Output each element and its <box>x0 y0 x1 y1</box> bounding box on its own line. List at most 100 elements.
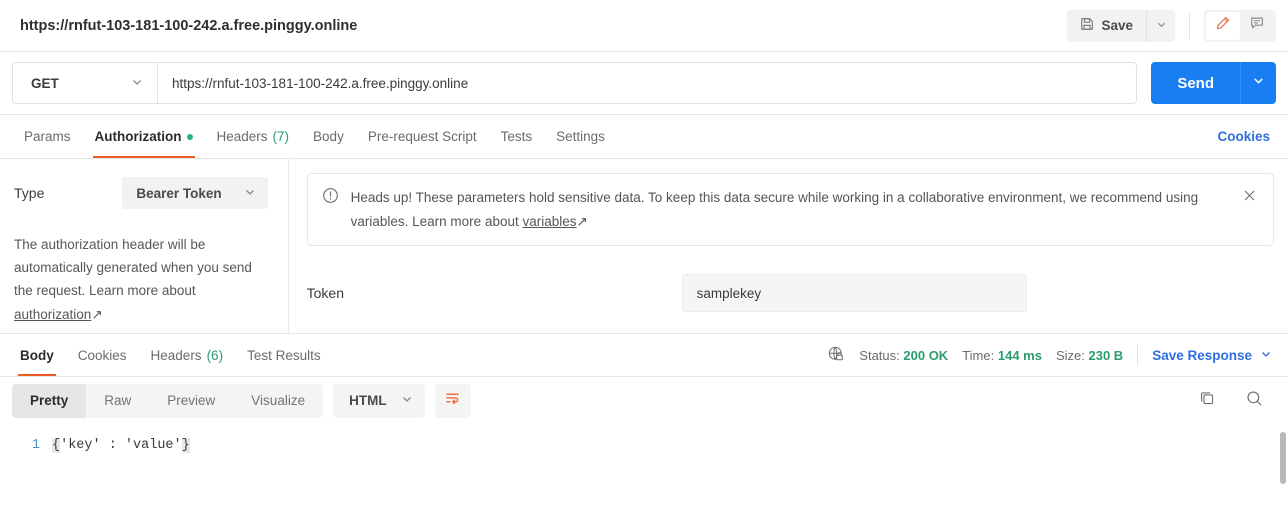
url-bar: GET https://rnfut-103-181-100-242.a.free… <box>0 52 1288 115</box>
request-tabs: Params Authorization Headers (7) Body Pr… <box>0 115 1288 159</box>
view-pretty[interactable]: Pretty <box>12 383 87 418</box>
chevron-down-icon <box>244 186 256 201</box>
copy-icon[interactable] <box>1198 389 1217 413</box>
http-method-select[interactable]: GET <box>12 62 157 104</box>
tab-tests-label: Tests <box>500 129 533 144</box>
authorization-panel: Type Bearer Token The authorization head… <box>0 159 1288 334</box>
globe-lock-icon[interactable] <box>827 345 845 366</box>
response-tab-headers-label: Headers <box>150 347 202 363</box>
view-raw[interactable]: Raw <box>86 384 149 418</box>
green-dot-indicator <box>186 133 193 140</box>
response-tab-cookies[interactable]: Cookies <box>66 334 139 376</box>
save-button-group: Save <box>1067 9 1175 42</box>
close-warning-button[interactable] <box>1236 186 1259 233</box>
response-format-value: HTML <box>349 393 387 408</box>
view-preview[interactable]: Preview <box>149 384 233 418</box>
auth-detail-column: Heads up! These parameters hold sensitiv… <box>289 159 1288 333</box>
token-input[interactable]: samplekey <box>681 274 1027 313</box>
save-button-label: Save <box>1101 18 1133 33</box>
status-label: Status: <box>859 347 900 363</box>
send-button-group: Send <box>1151 62 1276 104</box>
request-actions-group <box>1204 9 1276 42</box>
request-name-bar: https://rnfut-103-181-100-242.a.free.pin… <box>0 0 1288 52</box>
cookies-link[interactable]: Cookies <box>1217 115 1276 158</box>
auth-type-select[interactable]: Bearer Token <box>122 177 268 209</box>
token-row: Token samplekey <box>306 274 1274 313</box>
chevron-down-icon <box>1260 348 1272 363</box>
send-options-button[interactable] <box>1240 62 1276 104</box>
pencil-icon <box>1215 15 1231 36</box>
comment-icon <box>1249 15 1265 36</box>
response-tab-test-results[interactable]: Test Results <box>235 334 333 376</box>
external-link-arrow-icon: ↗ <box>576 213 588 229</box>
tab-headers[interactable]: Headers (7) <box>205 115 302 158</box>
tab-headers-count: (7) <box>272 129 290 144</box>
status-value: 200 OK <box>903 347 949 363</box>
url-input-value: https://rnfut-103-181-100-242.a.free.pin… <box>172 75 469 91</box>
code-content[interactable]: {'key' : 'value'} <box>52 438 190 453</box>
word-wrap-icon <box>444 390 461 412</box>
response-tabs: Body Cookies Headers (6) Test Results St… <box>0 334 1288 377</box>
search-icon[interactable] <box>1245 389 1264 413</box>
tab-headers-label: Headers <box>216 129 268 144</box>
line-number: 1 <box>31 438 40 453</box>
close-icon <box>1242 190 1257 207</box>
alert-circle-icon <box>322 186 339 233</box>
tab-body[interactable]: Body <box>301 115 356 158</box>
tab-settings[interactable]: Settings <box>544 115 617 158</box>
open-brace: { <box>52 438 61 453</box>
tab-params[interactable]: Params <box>12 115 83 158</box>
http-method-value: GET <box>31 75 59 91</box>
response-tab-body[interactable]: Body <box>8 334 66 376</box>
view-visualize[interactable]: Visualize <box>233 384 323 418</box>
auth-type-label: Type <box>14 185 45 201</box>
tab-pre-request-script[interactable]: Pre-request Script <box>356 115 489 158</box>
comments-button[interactable] <box>1240 12 1274 40</box>
response-tab-body-label: Body <box>20 347 54 363</box>
response-tab-headers[interactable]: Headers (6) <box>139 334 236 376</box>
chevron-down-icon <box>1252 74 1265 92</box>
tab-settings-label: Settings <box>556 129 605 144</box>
variables-doc-link[interactable]: variables <box>522 214 576 229</box>
time-value: 144 ms <box>997 347 1042 363</box>
auth-help-body: The authorization header will be automat… <box>14 237 252 299</box>
warning-message-body: Heads up! These parameters hold sensitiv… <box>350 190 1199 229</box>
response-format-select[interactable]: HTML <box>333 383 425 418</box>
tab-authorization[interactable]: Authorization <box>83 115 205 158</box>
save-options-button[interactable] <box>1147 9 1175 42</box>
response-body-actions <box>1198 389 1276 413</box>
auth-help-text: The authorization header will be automat… <box>14 233 268 326</box>
response-time: Time: 144 ms <box>962 348 1042 363</box>
save-response-label: Save Response <box>1152 347 1252 363</box>
token-input-value: samplekey <box>696 285 762 301</box>
code-line: 1 {'key' : 'value'} <box>0 438 1288 453</box>
tab-tests[interactable]: Tests <box>489 115 545 158</box>
save-response-button[interactable]: Save Response <box>1152 348 1272 363</box>
vertical-scrollbar[interactable] <box>1280 432 1286 484</box>
word-wrap-button[interactable] <box>434 383 471 418</box>
warning-message: Heads up! These parameters hold sensitiv… <box>351 186 1224 233</box>
response-tab-test-results-label: Test Results <box>247 347 321 363</box>
floppy-disk-icon <box>1080 17 1094 34</box>
send-button[interactable]: Send <box>1151 62 1240 104</box>
response-tab-cookies-label: Cookies <box>77 347 127 363</box>
edit-request-button[interactable] <box>1206 11 1240 40</box>
auth-type-column: Type Bearer Token The authorization head… <box>0 159 289 333</box>
authorization-doc-link[interactable]: authorization <box>14 307 91 322</box>
response-body-code[interactable]: 1 {'key' : 'value'} <box>0 424 1288 517</box>
save-button[interactable]: Save <box>1067 9 1147 42</box>
response-view-switcher: Pretty Raw Preview Visualize <box>12 383 324 418</box>
token-label: Token <box>306 285 344 302</box>
sensitive-data-warning: Heads up! These parameters hold sensitiv… <box>306 173 1274 247</box>
time-label: Time: <box>962 347 995 363</box>
tab-authorization-label: Authorization <box>94 129 182 144</box>
request-title: https://rnfut-103-181-100-242.a.free.pin… <box>20 17 358 34</box>
url-input[interactable]: https://rnfut-103-181-100-242.a.free.pin… <box>157 62 1138 104</box>
tab-params-label: Params <box>24 129 71 144</box>
auth-type-value: Bearer Token <box>136 185 222 201</box>
size-value: 230 B <box>1088 347 1124 363</box>
tab-body-label: Body <box>313 129 344 144</box>
response-status-bar: Status: 200 OK Time: 144 ms Size: 230 B … <box>827 334 1276 376</box>
response-size: Size: 230 B <box>1056 348 1123 363</box>
response-body-toolbar: Pretty Raw Preview Visualize HTML <box>0 377 1288 424</box>
